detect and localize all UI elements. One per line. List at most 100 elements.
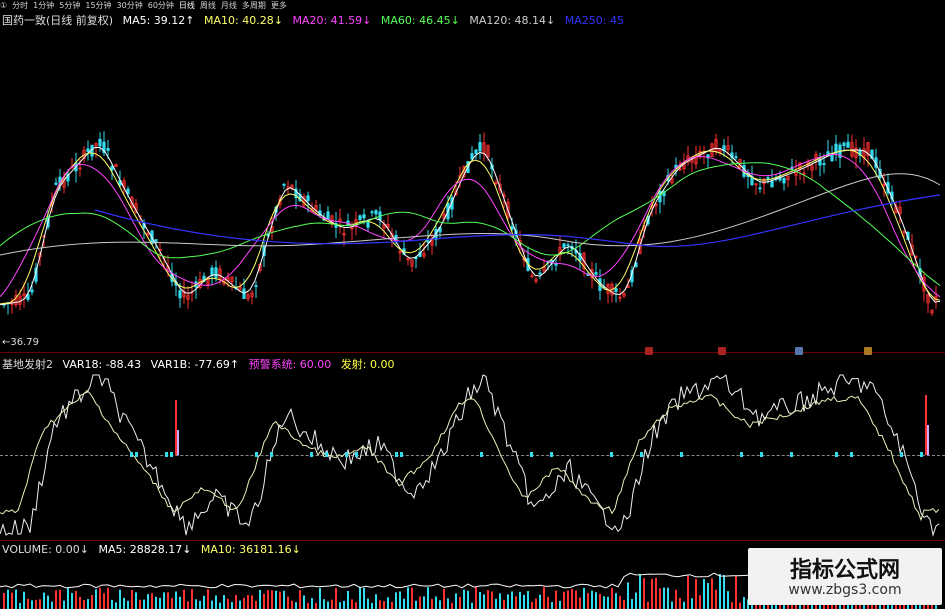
volume-bar <box>515 596 517 609</box>
volume-bar <box>243 597 245 609</box>
volume-bar <box>59 589 61 609</box>
volume-bar <box>283 590 285 609</box>
volume-bar <box>399 591 401 609</box>
volume-bar <box>567 590 569 609</box>
volume-bar <box>331 599 333 609</box>
candle-body <box>478 142 482 152</box>
candle-body <box>842 142 846 146</box>
volume-bar <box>23 591 25 609</box>
candle-body <box>30 289 34 293</box>
volume-bar <box>703 578 705 609</box>
signal-dot <box>480 452 483 457</box>
kline-chart-canvas[interactable] <box>0 0 945 609</box>
volume-bar <box>299 590 301 609</box>
volume-bar <box>187 601 189 609</box>
volume-bar <box>231 601 233 609</box>
candle-body <box>734 156 738 159</box>
volume-bar <box>203 595 205 609</box>
volume-bar <box>659 588 661 609</box>
volume-bar <box>247 595 249 609</box>
signal-dot <box>130 452 133 457</box>
volume-bar <box>379 600 381 609</box>
volume-bar <box>131 590 133 609</box>
candle-body <box>758 187 762 190</box>
volume-bar <box>595 592 597 609</box>
volume-bar <box>367 598 369 609</box>
candle-body <box>370 211 374 214</box>
volume-bar <box>695 578 697 609</box>
volume-bar <box>699 595 701 609</box>
volume-bar <box>591 590 593 609</box>
volume-bar <box>347 590 349 609</box>
volume-bar <box>307 602 309 609</box>
volume-bar <box>627 582 629 609</box>
volume-bar <box>327 601 329 609</box>
signal-marker <box>718 347 726 355</box>
signal-dot <box>740 452 743 457</box>
volume-bar <box>199 600 201 609</box>
volume-bar <box>503 600 505 609</box>
volume-bar <box>55 590 57 609</box>
volume-bar <box>587 593 589 609</box>
candle-body <box>86 148 90 153</box>
volume-bar <box>235 594 237 609</box>
volume-bar <box>603 596 605 609</box>
signal-dot <box>920 452 923 457</box>
volume-bar <box>219 602 221 609</box>
volume-bar <box>31 600 33 609</box>
volume-bar <box>571 588 573 609</box>
volume-bar <box>467 590 469 609</box>
volume-bar <box>287 596 289 609</box>
candle-body <box>614 288 618 292</box>
volume-bar <box>115 602 117 609</box>
volume-bar <box>431 598 433 609</box>
candle-body <box>306 195 310 202</box>
volume-bar <box>407 587 409 609</box>
volume-bar <box>43 592 45 609</box>
candle-body <box>242 288 246 299</box>
signal-dot <box>850 452 853 457</box>
volume-bar <box>475 587 477 609</box>
volume-bar <box>687 575 689 609</box>
volume-bar <box>79 596 81 609</box>
volume-bar <box>499 593 501 609</box>
volume-bar <box>215 595 217 609</box>
volume-bar <box>183 589 185 609</box>
candle-body <box>594 272 598 275</box>
volume-bar <box>127 600 129 609</box>
volume-bar <box>739 602 741 609</box>
volume-bar <box>315 602 317 609</box>
volume-bar <box>539 594 541 609</box>
volume-bar <box>655 577 657 609</box>
volume-bar <box>51 601 53 609</box>
signal-dot <box>255 452 258 457</box>
candle-body <box>562 243 566 248</box>
volume-bar <box>151 593 153 609</box>
warning-bar <box>177 430 179 455</box>
volume-bar <box>167 592 169 609</box>
candle-body <box>426 240 430 243</box>
volume-bar <box>275 590 277 609</box>
volume-bar <box>711 578 713 609</box>
candle-body <box>770 180 774 188</box>
candle-body <box>474 149 478 154</box>
volume-bar <box>391 602 393 609</box>
signal-dot <box>310 452 313 457</box>
volume-bar <box>743 597 745 609</box>
signal-dot <box>835 452 838 457</box>
volume-bar <box>463 589 465 609</box>
candle-body <box>358 215 362 220</box>
volume-bar <box>495 598 497 609</box>
volume-bar <box>507 594 509 609</box>
volume-bar <box>383 601 385 609</box>
warning-bar <box>927 425 929 455</box>
candle-body <box>782 177 786 184</box>
volume-bar <box>375 594 377 609</box>
candle-body <box>538 272 542 275</box>
volume-bar <box>255 601 257 609</box>
volume-bar <box>411 587 413 609</box>
volume-bar <box>47 595 49 609</box>
volume-bar <box>487 590 489 609</box>
signal-dot <box>900 452 903 457</box>
volume-bar <box>647 601 649 609</box>
